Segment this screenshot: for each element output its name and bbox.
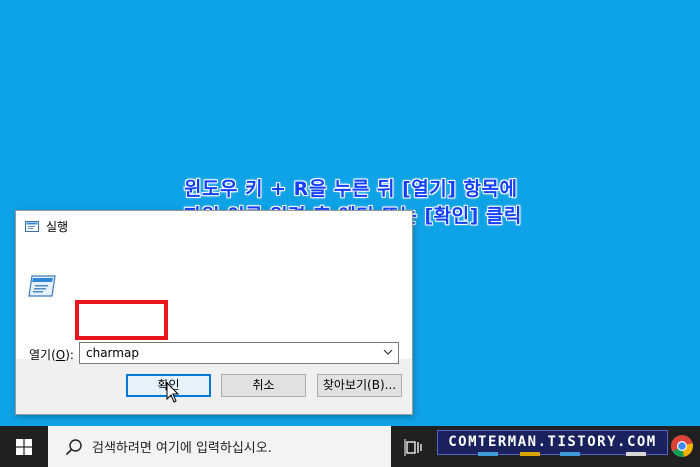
windows-logo-icon [16, 438, 32, 455]
task-view-icon[interactable] [403, 436, 425, 458]
cursor-icon [166, 382, 180, 403]
chrome-icon[interactable] [670, 434, 694, 458]
dialog-titlebar[interactable]: 실행 [16, 211, 412, 241]
taskbar-app-indicator[interactable] [478, 452, 498, 456]
cancel-button[interactable]: 취소 [221, 374, 306, 397]
open-input-value[interactable]: charmap [86, 346, 139, 360]
taskbar-app-indicator[interactable] [560, 452, 580, 456]
open-label: 열기(O): [29, 348, 74, 362]
browse-button[interactable]: 찾아보기(B)... [317, 374, 402, 397]
input-highlight-box [75, 300, 168, 340]
chevron-down-icon[interactable] [383, 347, 393, 357]
search-icon [65, 438, 82, 455]
annotation-line-1: 윈도우 키 + R을 누른 뒤 [열기] 항목에 [184, 178, 518, 200]
start-button[interactable] [0, 426, 48, 467]
run-icon [25, 220, 39, 232]
taskbar-app-indicator[interactable] [520, 452, 540, 456]
open-combobox[interactable]: charmap [79, 342, 399, 364]
search-placeholder: 검색하려면 여기에 입력하십시오. [92, 441, 272, 456]
taskbar-app-indicator[interactable] [626, 452, 646, 456]
run-icon [28, 275, 56, 297]
taskbar-search-box[interactable]: 검색하려면 여기에 입력하십시오. [48, 426, 391, 467]
dialog-title: 실행 [46, 219, 69, 234]
